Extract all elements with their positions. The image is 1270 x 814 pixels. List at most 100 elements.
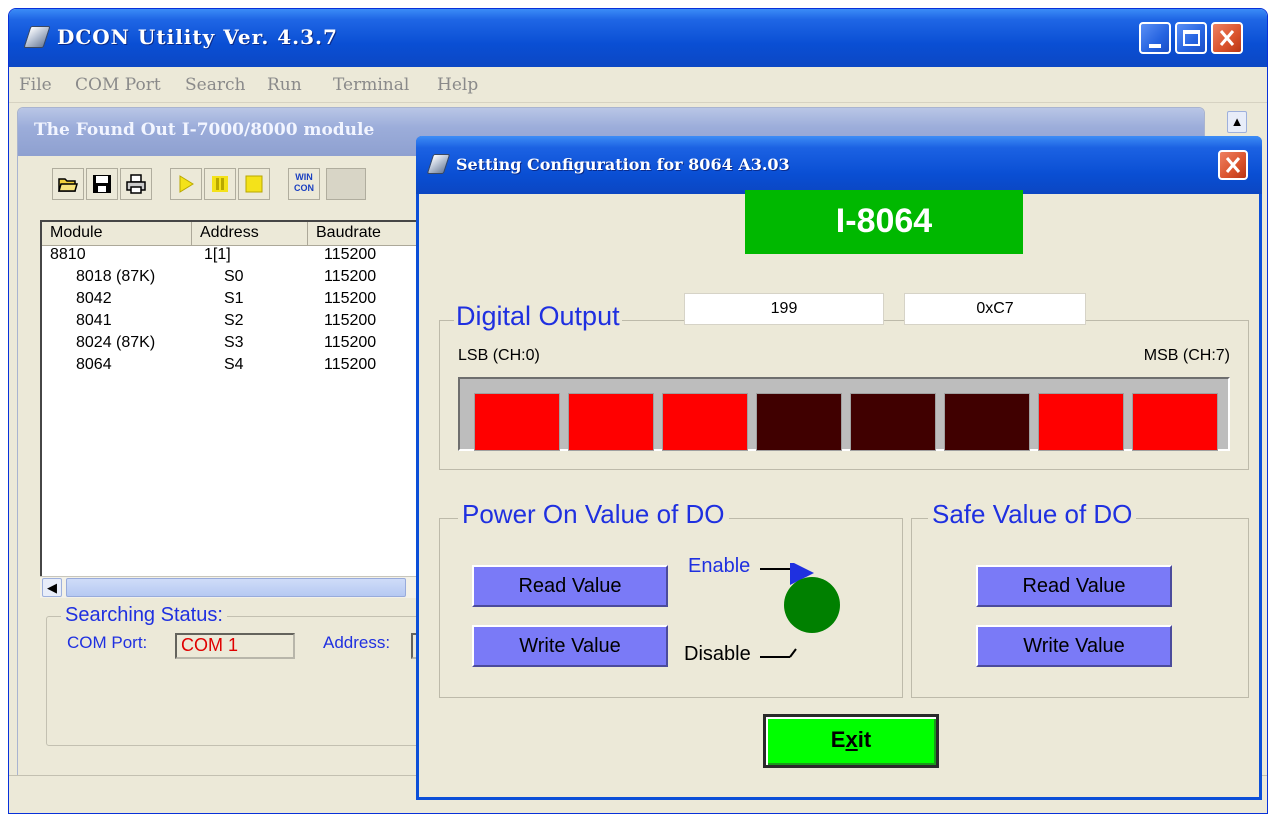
save-button[interactable] [86, 168, 118, 200]
close-button[interactable] [1211, 22, 1243, 54]
do-decimal-value: 199 [684, 293, 884, 325]
menu-search[interactable]: Search [185, 75, 245, 95]
cell-address: S0 [224, 268, 244, 285]
disable-label: Disable [684, 643, 751, 665]
do-channel-3[interactable] [756, 393, 842, 451]
cell-baudrate: 115200 [324, 334, 377, 351]
wincon-label-bottom: CON [294, 183, 314, 193]
msb-label: MSB (CH:7) [1143, 347, 1230, 364]
dialog-close-button[interactable] [1218, 150, 1248, 180]
close-icon [1219, 30, 1235, 46]
cell-baudrate: 115200 [324, 356, 377, 373]
do-channel-2[interactable] [662, 393, 748, 451]
enable-label: Enable [688, 555, 751, 577]
module-list[interactable]: Module Address Baudrate 8810 1[1] 115200… [40, 220, 460, 598]
wincon-button[interactable]: WIN CON [288, 168, 320, 200]
do-channel-1[interactable] [568, 393, 654, 451]
minimize-icon [1149, 44, 1161, 48]
do-channel-4[interactable] [850, 393, 936, 451]
print-icon [126, 174, 146, 194]
power-on-write-button[interactable]: Write Value [472, 625, 668, 667]
do-channel-7[interactable] [1132, 393, 1218, 451]
toggle-knob[interactable] [784, 577, 840, 633]
power-on-toggle-switch[interactable] [760, 563, 870, 673]
power-on-read-button[interactable]: Read Value [472, 565, 668, 607]
com-port-field: COM 1 [175, 633, 295, 659]
dialog-titlebar[interactable]: Setting Configuration for 8064 A3.03 [416, 136, 1262, 194]
cell-address: S3 [224, 334, 244, 351]
cell-baudrate: 115200 [324, 246, 377, 263]
lsb-label: LSB (CH:0) [458, 347, 540, 364]
run-icon [179, 175, 194, 193]
cell-address: S2 [224, 312, 244, 329]
table-row[interactable]: 8024 (87K) S3 115200 [42, 334, 458, 356]
searching-status-group: Searching Status: COM Port: COM 1 Addres… [46, 604, 471, 746]
do-hex-value: 0xC7 [904, 293, 1086, 325]
menu-run[interactable]: Run [267, 75, 302, 95]
wincon-label-top: WIN [295, 172, 313, 182]
do-channel-5[interactable] [944, 393, 1030, 451]
exit-button[interactable]: Exit [763, 714, 939, 768]
dialog-app-icon [426, 154, 451, 174]
cell-module: 8041 [76, 312, 112, 329]
cell-baudrate: 115200 [324, 268, 377, 285]
power-on-value-label: Power On Value of DO [458, 499, 729, 530]
scroll-left-icon[interactable]: ◀ [42, 578, 62, 597]
app-icon [23, 26, 51, 48]
cell-module: 8024 (87K) [76, 334, 156, 351]
cell-address: S4 [224, 356, 244, 373]
main-window-title: DCON Utility Ver. 4.3.7 [57, 25, 338, 49]
cell-module: 8064 [76, 356, 112, 373]
com-port-label: COM Port: [67, 633, 148, 652]
run-button[interactable] [170, 168, 202, 200]
table-row[interactable]: 8018 (87K) S0 115200 [42, 268, 458, 290]
setting-configuration-dialog: Setting Configuration for 8064 A3.03 I-8… [416, 136, 1262, 800]
main-titlebar[interactable]: DCON Utility Ver. 4.3.7 [9, 9, 1267, 67]
power-on-value-group: Power On Value of DO Read Value Write Va… [439, 499, 903, 698]
module-name-banner: I-8064 [745, 190, 1023, 254]
table-row[interactable]: 8064 S4 115200 [42, 356, 458, 378]
column-header-address[interactable]: Address [192, 222, 308, 246]
open-button[interactable] [52, 168, 84, 200]
digital-output-label: Digital Output [454, 301, 622, 332]
minimize-button[interactable] [1139, 22, 1171, 54]
menu-com-port[interactable]: COM Port [75, 75, 161, 95]
toolbar-button-hidden[interactable] [326, 168, 366, 200]
stop-button[interactable] [238, 168, 270, 200]
maximize-button[interactable] [1175, 22, 1207, 54]
open-folder-icon [58, 178, 78, 192]
menu-help[interactable]: Help [437, 75, 478, 95]
table-row[interactable]: 8042 S1 115200 [42, 290, 458, 312]
table-row[interactable]: 8041 S2 115200 [42, 312, 458, 334]
cell-baudrate: 115200 [324, 290, 377, 307]
safe-write-button[interactable]: Write Value [976, 625, 1172, 667]
wincon-icon: WIN CON [293, 172, 315, 196]
cell-address: 1[1] [204, 246, 231, 263]
column-header-module[interactable]: Module [42, 222, 192, 246]
pause-button[interactable] [204, 168, 236, 200]
toolbar: WIN CON [42, 168, 422, 204]
maximize-icon [1183, 30, 1200, 46]
do-channel-6[interactable] [1038, 393, 1124, 451]
scroll-up-button[interactable]: ▲ [1227, 111, 1247, 133]
cell-baudrate: 115200 [324, 312, 377, 329]
do-channel-bar [458, 377, 1230, 451]
print-button[interactable] [120, 168, 152, 200]
cell-address: S1 [224, 290, 244, 307]
save-icon [93, 175, 111, 193]
safe-value-group: Safe Value of DO Read Value Write Value [911, 499, 1249, 698]
pause-icon [212, 176, 228, 192]
searching-status-legend: Searching Status: [61, 604, 227, 627]
horizontal-scrollbar[interactable]: ◀ [40, 576, 460, 598]
cell-module: 8018 (87K) [76, 268, 156, 285]
close-icon [1225, 157, 1241, 173]
menu-file[interactable]: File [19, 75, 52, 95]
menu-terminal[interactable]: Terminal [333, 75, 409, 95]
module-list-title: The Found Out I-7000/8000 module [34, 120, 375, 140]
cell-module: 8810 [50, 246, 86, 263]
table-row[interactable]: 8810 1[1] 115200 [42, 246, 458, 268]
safe-read-button[interactable]: Read Value [976, 565, 1172, 607]
scroll-thumb[interactable] [66, 578, 406, 597]
safe-value-label: Safe Value of DO [928, 499, 1137, 530]
do-channel-0[interactable] [474, 393, 560, 451]
